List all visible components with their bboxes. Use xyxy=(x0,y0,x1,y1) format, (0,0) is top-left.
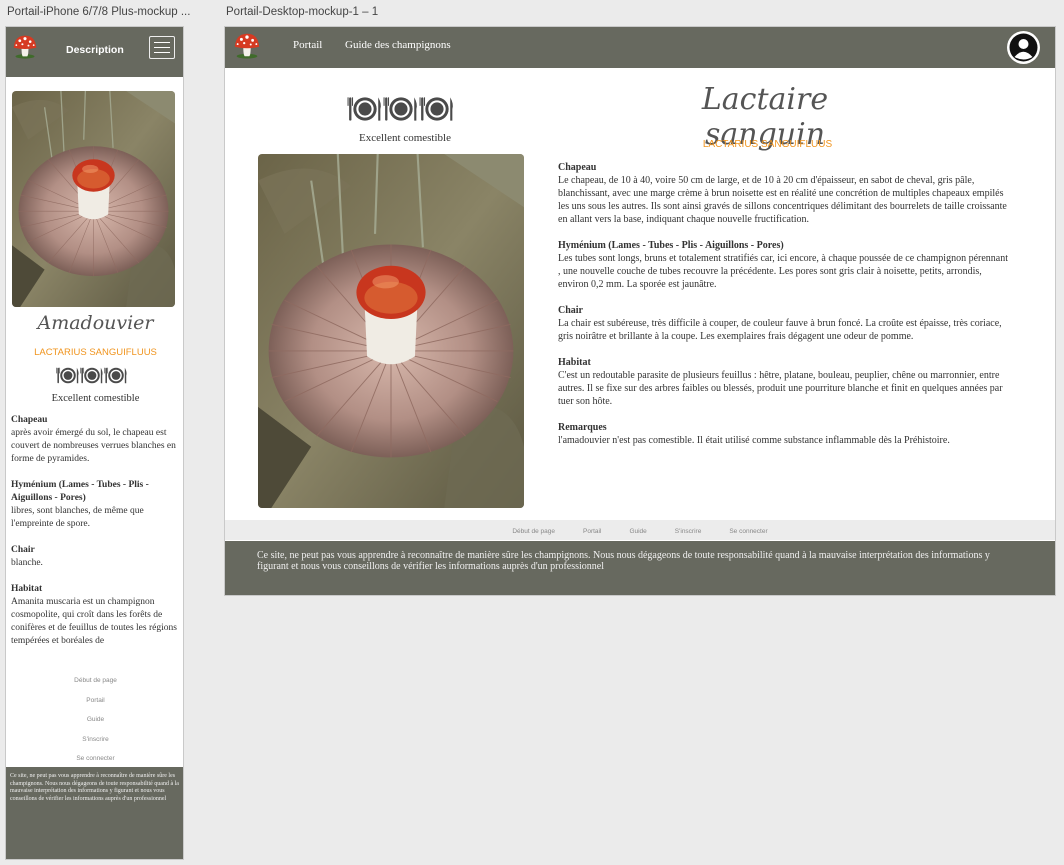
section-text: La chair est subéreuse, très difficile à… xyxy=(558,318,1002,342)
mobile-description: Chapeau après avoir émergé du sol, le ch… xyxy=(11,414,183,661)
section-text: après avoir émergé du sol, le chapeau es… xyxy=(11,428,176,464)
plate-cutlery-icon xyxy=(347,95,383,123)
footer-link-top[interactable]: Début de page xyxy=(6,675,183,695)
latin-name: LACTARIUS SANGUIFLUUS xyxy=(34,347,157,358)
footer-link-register[interactable]: S'inscrire xyxy=(6,734,183,754)
section-habitat: Habitat Amanita muscaria est un champign… xyxy=(11,583,183,648)
section-title: Chair xyxy=(558,305,583,316)
mushroom-photo xyxy=(258,154,524,508)
plate-cutlery-icon xyxy=(383,95,419,123)
section-title: Hyménium (Lames - Tubes - Plis - Aiguill… xyxy=(11,480,149,503)
section-text: Le chapeau, de 10 à 40, voire 50 cm de l… xyxy=(558,175,1007,225)
footer-link-guide[interactable]: Guide xyxy=(6,714,183,734)
hamburger-menu-icon[interactable] xyxy=(149,36,175,59)
mobile-footer-nav: Début de page Portail Guide S'inscrire S… xyxy=(6,675,183,773)
section-chair: Chair blanche. xyxy=(11,544,183,570)
user-avatar-icon[interactable] xyxy=(1007,31,1040,64)
plate-cutlery-icon xyxy=(104,366,128,385)
nav-link-portail[interactable]: Portail xyxy=(293,39,322,51)
edibility-label: Excellent comestible xyxy=(359,132,451,144)
footer-link-top[interactable]: Début de page xyxy=(512,523,555,541)
mobile-footer-disclaimer: Ce site, ne peut pas vous apprendre à re… xyxy=(6,767,183,859)
section-title: Chapeau xyxy=(11,415,48,425)
section-text: blanche. xyxy=(11,558,43,568)
nav-link-guide[interactable]: Guide des champignons xyxy=(345,39,451,51)
section-chapeau: Chapeau Le chapeau, de 10 à 40, voire 50… xyxy=(558,161,1008,226)
section-hymenium: Hyménium (Lames - Tubes - Plis - Aiguill… xyxy=(11,479,183,531)
desktop-description: Chapeau Le chapeau, de 10 à 40, voire 50… xyxy=(558,161,1008,460)
desktop-footer-disclaimer: Ce site, ne peut pas vous apprendre à re… xyxy=(225,541,1055,595)
footer-link-guide[interactable]: Guide xyxy=(629,523,646,541)
edibility-rating xyxy=(56,366,128,390)
mushroom-logo-icon[interactable] xyxy=(12,33,38,59)
section-title: Habitat xyxy=(11,584,43,594)
artboard-label-desktop: Portail-Desktop-mockup-1 – 1 xyxy=(226,6,379,18)
section-hymenium: Hyménium (Lames - Tubes - Plis - Aiguill… xyxy=(558,239,1008,291)
mushroom-logo-icon[interactable] xyxy=(233,31,261,59)
edibility-label: Excellent comestible xyxy=(51,393,140,404)
mushroom-name: Amadouvier xyxy=(37,312,154,334)
mushroom-photo xyxy=(12,91,175,307)
section-title: Hyménium (Lames - Tubes - Plis - Aiguill… xyxy=(558,240,784,251)
footer-link-portail[interactable]: Portail xyxy=(6,695,183,715)
section-remarques: Remarques l'amadouvier n'est pas comesti… xyxy=(558,421,1008,447)
mobile-artboard: Description Amadouvier LACTARIUS SANGUIF… xyxy=(5,26,184,860)
artboard-label-mobile: Portail-iPhone 6/7/8 Plus-mockup ... xyxy=(7,6,191,18)
section-chair: Chair La chair est subéreuse, très diffi… xyxy=(558,304,1008,343)
mobile-header-title: Description xyxy=(66,44,124,56)
section-text: libres, sont blanches, de même que l'emp… xyxy=(11,506,144,529)
footer-link-login[interactable]: Se connecter xyxy=(729,523,767,541)
section-text: Les tubes sont longs, bruns et totalemen… xyxy=(558,253,1008,290)
section-title: Chapeau xyxy=(558,162,597,173)
desktop-footer-nav: Début de page Portail Guide S'inscrire S… xyxy=(225,520,1055,540)
section-title: Chair xyxy=(11,545,35,555)
edibility-rating xyxy=(347,95,455,128)
mobile-header: Description xyxy=(6,27,183,77)
section-chapeau: Chapeau après avoir émergé du sol, le ch… xyxy=(11,414,183,466)
section-text: Amanita muscaria est un champignon cosmo… xyxy=(11,597,177,646)
section-text: l'amadouvier n'est pas comestible. Il ét… xyxy=(558,435,950,446)
section-text: C'est un redoutable parasite de plusieur… xyxy=(558,370,1003,407)
desktop-artboard: Portail Guide des champignons Excellent … xyxy=(224,26,1056,596)
plate-cutlery-icon xyxy=(419,95,455,123)
plate-cutlery-icon xyxy=(56,366,80,385)
section-title: Habitat xyxy=(558,357,591,368)
footer-link-register[interactable]: S'inscrire xyxy=(675,523,702,541)
desktop-header: Portail Guide des champignons xyxy=(225,27,1055,68)
plate-cutlery-icon xyxy=(80,366,104,385)
footer-link-portail[interactable]: Portail xyxy=(583,523,601,541)
latin-name: LACTARIUS SANGUIFLUUS xyxy=(702,139,833,150)
section-title: Remarques xyxy=(558,422,607,433)
section-habitat: Habitat C'est un redoutable parasite de … xyxy=(558,356,1008,408)
